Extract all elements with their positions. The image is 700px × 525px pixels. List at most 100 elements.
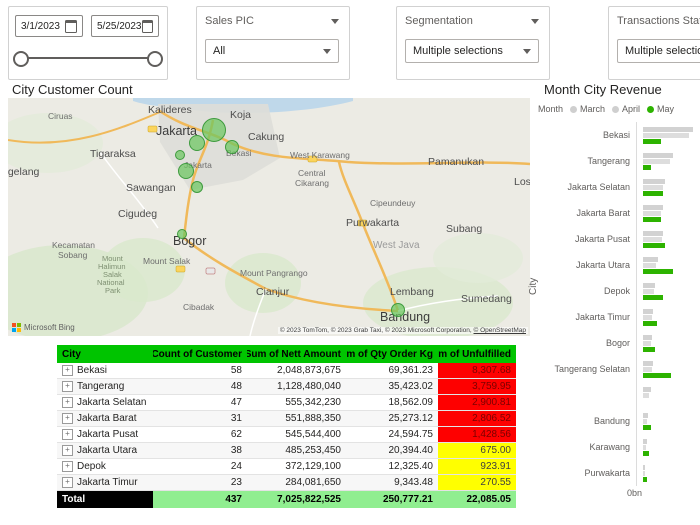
cell-unfulfilled[interactable]: 675.00 — [438, 443, 516, 459]
table-row[interactable]: +Bekasi582,048,873,67569,361.238,307.68 — [57, 363, 516, 379]
cell-unfulfilled[interactable]: 8,307.68 — [438, 363, 516, 379]
map-bubble[interactable] — [175, 150, 185, 160]
cell-qty-order[interactable]: 9,343.48 — [346, 475, 438, 491]
table-row[interactable]: +Jakarta Timur23284,081,6509,343.48270.5… — [57, 475, 516, 491]
expand-icon[interactable]: + — [62, 381, 73, 392]
legend-item-may[interactable]: May — [647, 104, 674, 114]
bar-april[interactable] — [643, 237, 662, 242]
cell-nett-amount[interactable]: 284,081,650 — [247, 475, 346, 491]
cell-unfulfilled[interactable]: 3,759.95 — [438, 379, 516, 395]
col-header-unfulfilled[interactable]: Sum of Unfulfilled — [438, 345, 516, 363]
cell-qty-order[interactable]: 20,394.40 — [346, 443, 438, 459]
bar-may[interactable] — [643, 321, 657, 326]
bar-april[interactable] — [643, 133, 689, 138]
table-row[interactable]: +Jakarta Utara38485,253,45020,394.40675.… — [57, 443, 516, 459]
bar-april[interactable] — [643, 211, 661, 216]
map-bubble[interactable] — [189, 135, 205, 151]
cell-nett-amount[interactable]: 551,888,350 — [247, 411, 346, 427]
expand-icon[interactable]: + — [62, 429, 73, 440]
bar-may[interactable] — [643, 347, 655, 352]
table-row[interactable]: +Jakarta Barat31551,888,35025,273.122,80… — [57, 411, 516, 427]
bar-april[interactable] — [643, 419, 647, 424]
bar-march[interactable] — [643, 439, 647, 444]
cell-count[interactable]: 62 — [153, 427, 247, 443]
map-bubble[interactable] — [191, 181, 203, 193]
cell-nett-amount[interactable]: 485,253,450 — [247, 443, 346, 459]
bar-may[interactable] — [643, 451, 649, 456]
bar-march[interactable] — [643, 179, 665, 184]
cell-nett-amount[interactable]: 1,128,480,040 — [247, 379, 346, 395]
map-bubble[interactable] — [178, 163, 194, 179]
cell-qty-order[interactable]: 12,325.40 — [346, 459, 438, 475]
cell-city[interactable]: +Jakarta Pusat — [57, 427, 153, 443]
cell-city[interactable]: +Jakarta Barat — [57, 411, 153, 427]
cell-count[interactable]: 23 — [153, 475, 247, 491]
sales-pic-dropdown[interactable]: All — [205, 39, 339, 63]
bar-may[interactable] — [643, 191, 663, 196]
expand-icon[interactable]: + — [62, 397, 73, 408]
bar-may[interactable] — [643, 477, 647, 482]
bar-april[interactable] — [643, 445, 646, 450]
cell-nett-amount[interactable]: 2,048,873,675 — [247, 363, 346, 379]
expand-icon[interactable]: + — [62, 445, 73, 456]
table-row[interactable]: +Depok24372,129,10012,325.40923.91 — [57, 459, 516, 475]
expand-icon[interactable]: + — [62, 365, 73, 376]
map-bubble[interactable] — [391, 303, 405, 317]
bar-april[interactable] — [643, 393, 649, 398]
cell-city[interactable]: +Jakarta Utara — [57, 443, 153, 459]
table-row[interactable]: +Jakarta Selatan47555,342,23018,562.092,… — [57, 395, 516, 411]
expand-icon[interactable]: + — [62, 413, 73, 424]
cell-qty-order[interactable]: 69,361.23 — [346, 363, 438, 379]
bar-april[interactable] — [643, 185, 663, 190]
date-start-input[interactable]: 3/1/2023 — [15, 15, 83, 37]
cell-count[interactable]: 31 — [153, 411, 247, 427]
cell-city[interactable]: +Depok — [57, 459, 153, 475]
chevron-down-icon[interactable] — [331, 19, 339, 24]
slider-handle-start[interactable] — [13, 51, 29, 67]
bar-may[interactable] — [643, 269, 673, 274]
cell-city[interactable]: +Tangerang — [57, 379, 153, 395]
cell-city[interactable]: +Jakarta Timur — [57, 475, 153, 491]
cell-count[interactable]: 38 — [153, 443, 247, 459]
bar-may[interactable] — [643, 139, 661, 144]
bar-march[interactable] — [643, 413, 648, 418]
bar-may[interactable] — [643, 165, 651, 170]
bar-april[interactable] — [643, 341, 651, 346]
bar-march[interactable] — [643, 205, 663, 210]
bar-march[interactable] — [643, 335, 652, 340]
chevron-down-icon[interactable] — [531, 19, 539, 24]
cell-nett-amount[interactable]: 545,544,400 — [247, 427, 346, 443]
cell-qty-order[interactable]: 18,562.09 — [346, 395, 438, 411]
cell-nett-amount[interactable]: 555,342,230 — [247, 395, 346, 411]
bar-march[interactable] — [643, 465, 645, 470]
table-row[interactable]: +Tangerang481,128,480,04035,423.023,759.… — [57, 379, 516, 395]
cell-unfulfilled[interactable]: 1,428.56 — [438, 427, 516, 443]
bar-march[interactable] — [643, 283, 655, 288]
cell-qty-order[interactable]: 25,273.12 — [346, 411, 438, 427]
col-header-qty[interactable]: Sum of Qty Order Kg — [346, 345, 438, 363]
date-slider-active-range[interactable] — [23, 57, 151, 59]
col-header-count[interactable]: Count of Customer — [153, 345, 247, 363]
bar-march[interactable] — [643, 387, 651, 392]
col-header-nett[interactable]: Sum of Nett Amount — [247, 345, 346, 363]
cell-unfulfilled[interactable]: 2,900.81 — [438, 395, 516, 411]
cell-qty-order[interactable]: 24,594.75 — [346, 427, 438, 443]
cell-count[interactable]: 58 — [153, 363, 247, 379]
cell-nett-amount[interactable]: 372,129,100 — [247, 459, 346, 475]
bar-march[interactable] — [643, 361, 653, 366]
bar-march[interactable] — [643, 257, 658, 262]
cell-unfulfilled[interactable]: 270.55 — [438, 475, 516, 491]
bar-may[interactable] — [643, 373, 671, 378]
cell-count[interactable]: 47 — [153, 395, 247, 411]
bar-april[interactable] — [643, 471, 645, 476]
bar-march[interactable] — [643, 153, 673, 158]
bar-may[interactable] — [643, 217, 661, 222]
bar-may[interactable] — [643, 425, 651, 430]
col-header-city[interactable]: City — [57, 345, 153, 363]
map-bubble[interactable] — [225, 140, 239, 154]
bar-march[interactable] — [643, 231, 663, 236]
segmentation-dropdown[interactable]: Multiple selections — [405, 39, 539, 63]
cell-count[interactable]: 24 — [153, 459, 247, 475]
cell-city[interactable]: +Bekasi — [57, 363, 153, 379]
transaction-status-dropdown[interactable]: Multiple selections — [617, 39, 700, 63]
